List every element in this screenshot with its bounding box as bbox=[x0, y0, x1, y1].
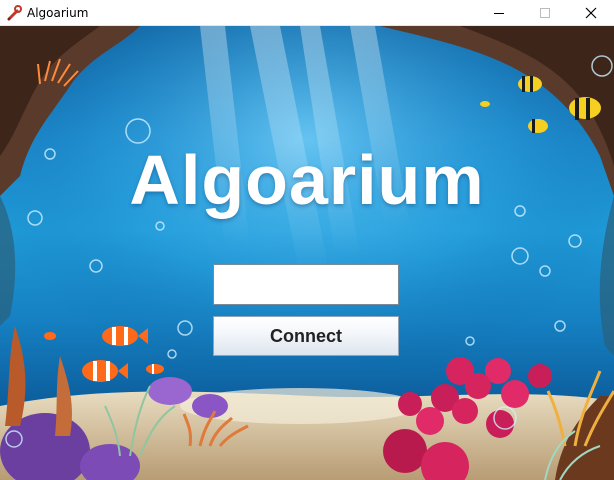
underwater-background: Algoarium Connect bbox=[0, 26, 614, 480]
server-address-input[interactable] bbox=[213, 264, 399, 305]
title-bar[interactable]: Algoarium bbox=[0, 0, 614, 26]
maximize-icon bbox=[539, 7, 551, 19]
app-window: Algoarium Algoarium Connect bbox=[0, 0, 614, 480]
app-logo-text: Algoarium bbox=[129, 141, 485, 219]
red-wrench-icon bbox=[6, 5, 22, 21]
close-icon bbox=[585, 7, 597, 19]
aquarium-illustration bbox=[0, 26, 614, 480]
minimize-icon bbox=[493, 7, 505, 19]
minimize-button[interactable] bbox=[476, 0, 522, 25]
connect-button[interactable]: Connect bbox=[213, 316, 399, 356]
window-title: Algoarium bbox=[27, 6, 89, 20]
close-button[interactable] bbox=[568, 0, 614, 25]
maximize-button[interactable] bbox=[522, 0, 568, 25]
